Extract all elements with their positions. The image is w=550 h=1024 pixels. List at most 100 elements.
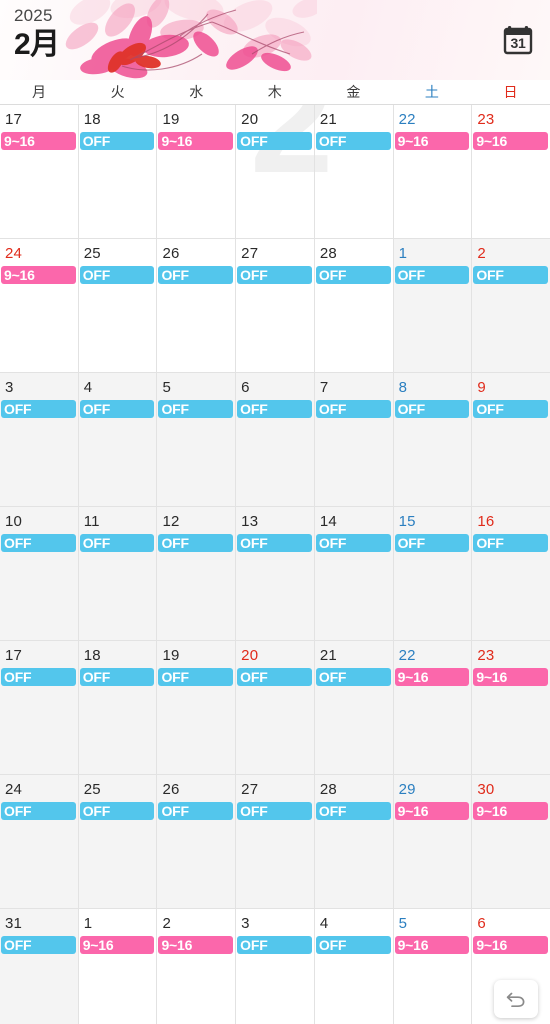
event-chip[interactable]: 9~16 xyxy=(473,668,549,686)
event-chip[interactable]: 9~16 xyxy=(158,936,234,954)
event-chip[interactable]: OFF xyxy=(237,534,312,552)
day-cell[interactable]: 23 9~16 xyxy=(472,641,550,774)
undo-button[interactable] xyxy=(494,980,538,1018)
event-chip[interactable]: OFF xyxy=(79,400,155,418)
event-chip[interactable]: OFF xyxy=(79,802,155,820)
event-chip[interactable]: OFF xyxy=(1,936,76,954)
day-cell[interactable]: 17 OFF xyxy=(0,641,79,774)
day-cell[interactable]: 15 OFF xyxy=(393,507,473,640)
event-chip[interactable]: OFF xyxy=(315,266,391,284)
event-chip[interactable]: 9~16 xyxy=(473,802,549,820)
event-chip[interactable]: OFF xyxy=(158,266,234,284)
day-cell[interactable]: 27 OFF xyxy=(236,239,315,372)
day-cell[interactable]: 19 9~16 xyxy=(157,105,237,238)
event-chip[interactable]: OFF xyxy=(237,668,312,686)
day-cell[interactable]: 3 OFF xyxy=(0,373,79,506)
event-chip[interactable]: OFF xyxy=(237,936,312,954)
day-cell[interactable]: 30 9~16 xyxy=(472,775,550,908)
day-cell[interactable]: 13 OFF xyxy=(236,507,315,640)
day-cell[interactable]: 24 9~16 xyxy=(0,239,79,372)
event-chip[interactable]: OFF xyxy=(237,802,312,820)
day-cell[interactable]: 4 OFF xyxy=(315,909,394,1024)
day-number: 12 xyxy=(162,513,180,530)
event-chip[interactable]: OFF xyxy=(315,936,391,954)
day-cell[interactable]: 29 9~16 xyxy=(393,775,473,908)
event-chip[interactable]: OFF xyxy=(473,400,549,418)
jump-to-today-button[interactable]: 31 xyxy=(500,22,536,58)
event-chip[interactable]: OFF xyxy=(394,400,470,418)
day-cell[interactable]: 26 OFF xyxy=(157,775,237,908)
day-cell[interactable]: 1 OFF xyxy=(393,239,473,372)
day-cell[interactable]: 24 OFF xyxy=(0,775,79,908)
day-cell[interactable]: 1 9~16 xyxy=(79,909,158,1024)
day-cell[interactable]: 5 OFF xyxy=(157,373,237,506)
event-chip[interactable]: OFF xyxy=(315,400,391,418)
day-cell[interactable]: 2 OFF xyxy=(472,239,550,372)
event-chip[interactable]: OFF xyxy=(158,400,234,418)
day-cell[interactable]: 9 OFF xyxy=(472,373,550,506)
event-chip[interactable]: OFF xyxy=(237,266,312,284)
day-cell[interactable]: 19 OFF xyxy=(157,641,237,774)
event-chip[interactable]: OFF xyxy=(394,266,470,284)
day-cell[interactable]: 31 OFF xyxy=(0,909,79,1024)
event-chip[interactable]: OFF xyxy=(315,802,391,820)
day-cell[interactable]: 8 OFF xyxy=(393,373,473,506)
day-cell[interactable]: 27 OFF xyxy=(236,775,315,908)
event-chip[interactable]: 9~16 xyxy=(1,266,76,284)
day-cell[interactable]: 28 OFF xyxy=(315,239,394,372)
event-chip[interactable]: 9~16 xyxy=(394,802,470,820)
event-chip[interactable]: 9~16 xyxy=(1,132,76,150)
day-cell[interactable]: 28 OFF xyxy=(314,775,394,908)
event-chip[interactable]: OFF xyxy=(394,534,470,552)
day-cell[interactable]: 26 OFF xyxy=(157,239,237,372)
day-cell[interactable]: 18 OFF xyxy=(79,105,158,238)
event-chip[interactable]: 9~16 xyxy=(79,936,155,954)
event-chip[interactable]: OFF xyxy=(1,534,76,552)
event-chip[interactable]: OFF xyxy=(1,668,76,686)
event-chip[interactable]: 9~16 xyxy=(394,132,470,150)
event-chip[interactable]: OFF xyxy=(315,132,391,150)
event-chip[interactable]: OFF xyxy=(79,266,155,284)
day-cell[interactable]: 6 OFF xyxy=(236,373,315,506)
day-cell[interactable]: 18 OFF xyxy=(78,641,158,774)
day-cell[interactable]: 10 OFF xyxy=(0,507,79,640)
day-cell[interactable]: 5 9~16 xyxy=(394,909,473,1024)
event-chip[interactable]: 9~16 xyxy=(473,132,549,150)
day-cell[interactable]: 23 9~16 xyxy=(472,105,550,238)
day-cell[interactable]: 2 9~16 xyxy=(157,909,237,1024)
day-cell[interactable]: 25 OFF xyxy=(78,775,158,908)
day-cell[interactable]: 20 OFF xyxy=(236,641,315,774)
day-cell[interactable]: 7 OFF xyxy=(314,373,394,506)
event-chip[interactable]: 9~16 xyxy=(158,132,234,150)
event-chip[interactable]: 9~16 xyxy=(473,936,549,954)
event-chip[interactable]: OFF xyxy=(473,266,549,284)
event-chip[interactable]: OFF xyxy=(158,802,234,820)
day-cell[interactable]: 14 OFF xyxy=(314,507,394,640)
day-cell[interactable]: 20 OFF xyxy=(236,105,315,238)
day-cell[interactable]: 11 OFF xyxy=(78,507,158,640)
day-cell[interactable]: 17 9~16 xyxy=(0,105,79,238)
day-cell[interactable]: 22 9~16 xyxy=(393,641,473,774)
event-chip[interactable]: OFF xyxy=(1,400,76,418)
event-chip[interactable]: OFF xyxy=(158,668,234,686)
day-cell[interactable]: 4 OFF xyxy=(78,373,158,506)
event-chip[interactable]: OFF xyxy=(315,668,391,686)
event-chip[interactable]: OFF xyxy=(237,400,312,418)
event-chip[interactable]: OFF xyxy=(473,534,549,552)
event-chip[interactable]: 9~16 xyxy=(394,668,470,686)
day-cell[interactable]: 21 OFF xyxy=(314,641,394,774)
event-chip[interactable]: OFF xyxy=(79,132,155,150)
day-cell[interactable]: 12 OFF xyxy=(157,507,237,640)
day-cell[interactable]: 3 OFF xyxy=(236,909,315,1024)
event-chip[interactable]: OFF xyxy=(158,534,234,552)
event-chip[interactable]: OFF xyxy=(79,534,155,552)
event-chip[interactable]: OFF xyxy=(237,132,312,150)
event-chip[interactable]: OFF xyxy=(1,802,76,820)
day-cell[interactable]: 25 OFF xyxy=(79,239,158,372)
day-cell[interactable]: 22 9~16 xyxy=(394,105,473,238)
day-cell[interactable]: 21 OFF xyxy=(315,105,394,238)
event-chip[interactable]: 9~16 xyxy=(394,936,470,954)
event-chip[interactable]: OFF xyxy=(315,534,391,552)
event-chip[interactable]: OFF xyxy=(79,668,155,686)
day-cell[interactable]: 16 OFF xyxy=(472,507,550,640)
